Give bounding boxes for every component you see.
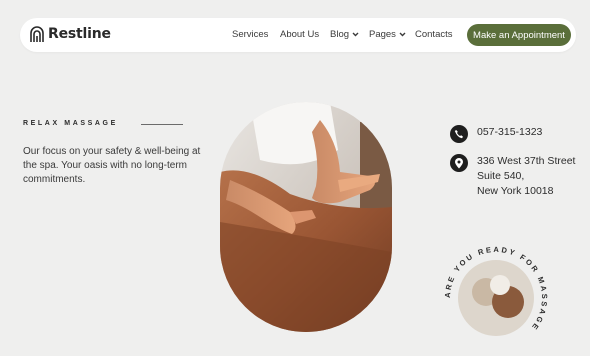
brand-logo[interactable]: Restline xyxy=(29,25,111,43)
nav-item-label: About Us xyxy=(280,29,320,40)
nav-item-services[interactable]: Services xyxy=(232,29,268,40)
nav-item-label: Pages xyxy=(369,29,396,40)
chevron-down-icon xyxy=(352,29,359,40)
location-pin-icon xyxy=(450,154,468,172)
nav-item-blog[interactable]: Blog xyxy=(330,29,359,40)
address-line: 336 West 37th Street xyxy=(477,155,576,167)
nav-item-pages[interactable]: Pages xyxy=(369,29,406,40)
hero-image xyxy=(220,102,392,332)
phone-number-text: 057-315-1323 xyxy=(477,126,543,138)
nav-item-label: Services xyxy=(232,29,269,40)
hero-eyebrow: RELAX MASSAGE xyxy=(23,120,118,127)
nav-item-label: Blog xyxy=(330,29,350,40)
nav-item-about-us[interactable]: About Us xyxy=(280,29,319,40)
rotating-badge: ARE YOU READY FOR MASSAGE xyxy=(438,240,554,356)
chevron-down-icon xyxy=(399,29,406,40)
contact-address-row: 336 West 37th Street Suite 540, New York… xyxy=(450,154,575,199)
brand-name: Restline xyxy=(48,26,111,42)
make-appointment-button[interactable]: Make an Appointment xyxy=(467,24,571,46)
address: 336 West 37th Street Suite 540, New York… xyxy=(477,154,575,199)
address-line: New York 10018 xyxy=(477,185,554,197)
nav-item-label: Contacts xyxy=(415,29,453,40)
phone-number[interactable]: 057-315-1323 xyxy=(477,125,542,140)
badge-photo xyxy=(458,260,534,336)
back-massage-photo xyxy=(220,102,392,332)
hero-description: Our focus on your safety & well-being at… xyxy=(23,146,201,185)
phone-icon xyxy=(450,125,468,143)
spa-arches-logo-icon xyxy=(30,26,44,42)
contact-phone-row: 057-315-1323 xyxy=(450,125,542,143)
nav-item-contacts[interactable]: Contacts xyxy=(415,29,453,40)
address-line: Suite 540, xyxy=(477,170,525,182)
navbar: Restline Services About Us Blog Pages Co… xyxy=(20,18,576,52)
eyebrow-divider xyxy=(141,124,183,125)
